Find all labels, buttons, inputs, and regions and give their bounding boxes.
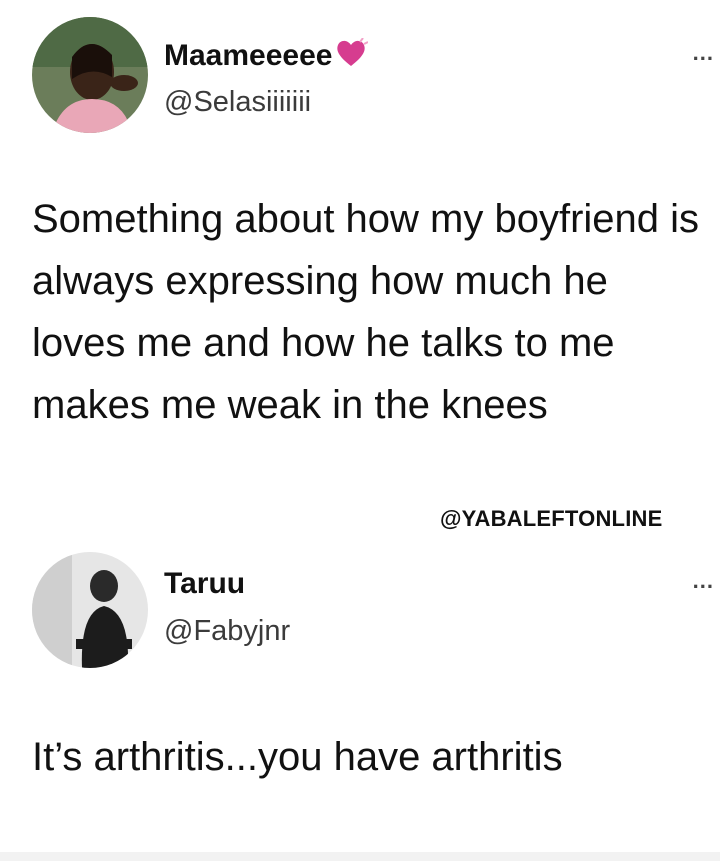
display-name[interactable]: Maameeeee — [164, 37, 369, 76]
tweet-original: Maameeeee @Selasiiiiiii ... Something ab… — [0, 0, 720, 530]
display-name[interactable]: Taruu — [164, 567, 245, 601]
profile-photo-icon — [32, 552, 148, 668]
watermark: @YABALEFTONLINE — [440, 506, 663, 531]
tweet-text: Something about how my boyfriend is alwa… — [32, 197, 700, 427]
profile-photo-icon — [32, 17, 148, 133]
handle[interactable]: @Selasiiiiiii — [164, 86, 311, 119]
handle[interactable]: @Fabyjnr — [164, 615, 290, 648]
avatar[interactable] — [32, 552, 148, 668]
more-options-icon[interactable]: ... — [693, 40, 714, 66]
avatar[interactable] — [32, 17, 148, 133]
tweet-reply: Taruu @Fabyjnr ... It’s arthritis...you … — [0, 540, 720, 861]
divider — [0, 852, 720, 861]
more-options-icon[interactable]: ... — [693, 568, 714, 594]
heart-emoji-icon — [334, 37, 369, 76]
tweet-text: It’s arthritis...you have arthritis — [32, 735, 563, 779]
